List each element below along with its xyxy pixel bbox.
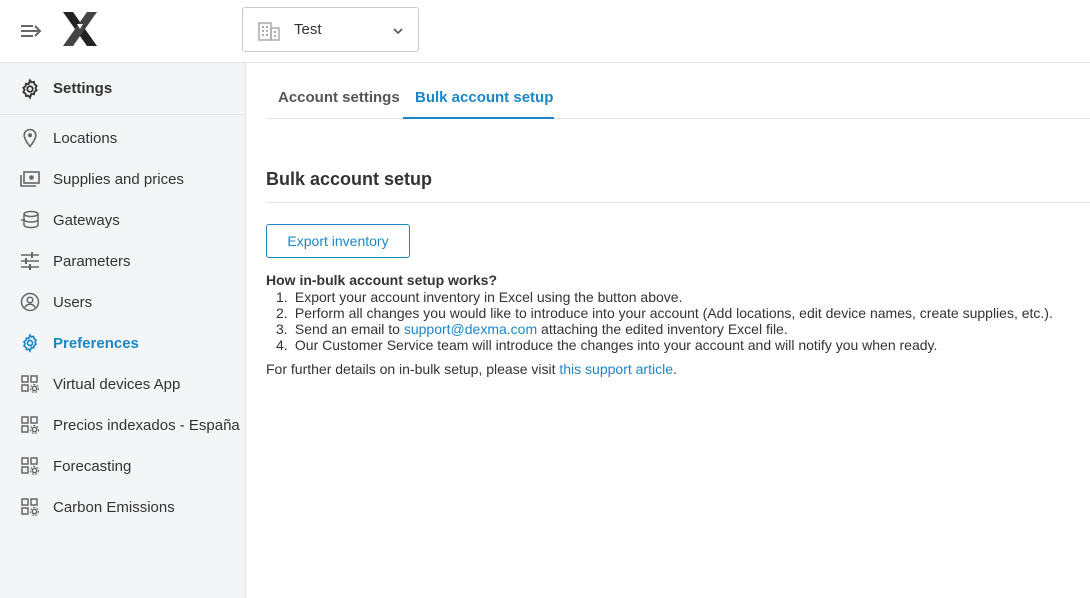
how-it-works-title: How in-bulk account setup works?	[266, 272, 498, 288]
sidebar-title: Settings	[53, 80, 113, 97]
building-icon	[258, 22, 280, 41]
list-item: 3. Send an email to support@dexma.com at…	[276, 321, 788, 337]
further-details-text: For further details on in-bulk setup, pl…	[266, 361, 677, 377]
app-grid-icon	[21, 457, 39, 475]
sidebar-item-supplies[interactable]: Supplies and prices	[0, 160, 245, 198]
sidebar-item-label: Forecasting	[53, 458, 132, 475]
sidebar-item-gateways[interactable]: Gateways	[0, 201, 245, 239]
app-grid-icon	[21, 375, 39, 393]
menu-expand-icon[interactable]	[20, 20, 42, 42]
tab-account-settings[interactable]: Account settings	[278, 89, 400, 119]
section-divider	[266, 202, 1090, 203]
sidebar-item-label: Users	[53, 294, 93, 311]
database-icon	[21, 210, 39, 229]
gear-icon	[22, 78, 38, 100]
account-name: Test	[294, 21, 322, 38]
steps-list: 1. Export your account inventory in Exce…	[266, 289, 1090, 353]
sidebar-item-locations[interactable]: Locations	[0, 119, 245, 157]
export-inventory-button[interactable]: Export inventory	[266, 224, 410, 258]
sidebar-item-parameters[interactable]: Parameters	[0, 242, 245, 280]
gear-icon	[22, 333, 38, 353]
sidebar-item-label: Gateways	[53, 212, 120, 229]
app-grid-icon	[21, 498, 39, 516]
money-icon	[20, 171, 40, 187]
tab-bar: Account settings Bulk account setup	[266, 63, 1090, 119]
sidebar-item-preferences[interactable]: Preferences	[0, 324, 245, 362]
sidebar-item-label: Virtual devices App	[53, 376, 181, 393]
list-item: 1. Export your account inventory in Exce…	[276, 289, 683, 305]
sidebar-item-label: Parameters	[53, 253, 131, 270]
location-pin-icon	[23, 128, 37, 148]
sidebar-item-label: Precios indexados - España	[53, 417, 240, 434]
chevron-down-icon	[393, 28, 403, 35]
sidebar: Settings Locations Supplies and prices G…	[0, 63, 246, 598]
support-article-link[interactable]: this support article	[559, 361, 673, 377]
sliders-icon	[21, 252, 39, 270]
user-icon	[20, 292, 40, 312]
sidebar-item-label: Supplies and prices	[53, 171, 184, 188]
dexma-logo-icon[interactable]	[61, 12, 99, 46]
sidebar-item-label: Locations	[53, 130, 118, 147]
list-item: 2. Perform all changes you would like to…	[276, 305, 1053, 321]
sidebar-item-label: Preferences	[53, 335, 139, 352]
support-email-link[interactable]: support@dexma.com	[404, 321, 537, 337]
sidebar-item-forecasting[interactable]: Forecasting	[0, 447, 245, 485]
sidebar-item-label: Carbon Emissions	[53, 499, 175, 516]
sidebar-header: Settings	[0, 63, 245, 115]
sidebar-item-users[interactable]: Users	[0, 283, 245, 321]
app-grid-icon	[21, 416, 39, 434]
section-title: Bulk account setup	[266, 169, 433, 189]
sidebar-item-virtual-devices[interactable]: Virtual devices App	[0, 365, 245, 403]
list-item: 4. Our Customer Service team will introd…	[276, 337, 938, 353]
tab-bulk-account-setup[interactable]: Bulk account setup	[403, 89, 554, 119]
account-selector[interactable]: Test	[242, 7, 419, 52]
top-bar: Test	[0, 0, 1090, 63]
sidebar-item-carbon-emissions[interactable]: Carbon Emissions	[0, 488, 245, 526]
sidebar-item-precios-indexados[interactable]: Precios indexados - España	[0, 406, 245, 444]
